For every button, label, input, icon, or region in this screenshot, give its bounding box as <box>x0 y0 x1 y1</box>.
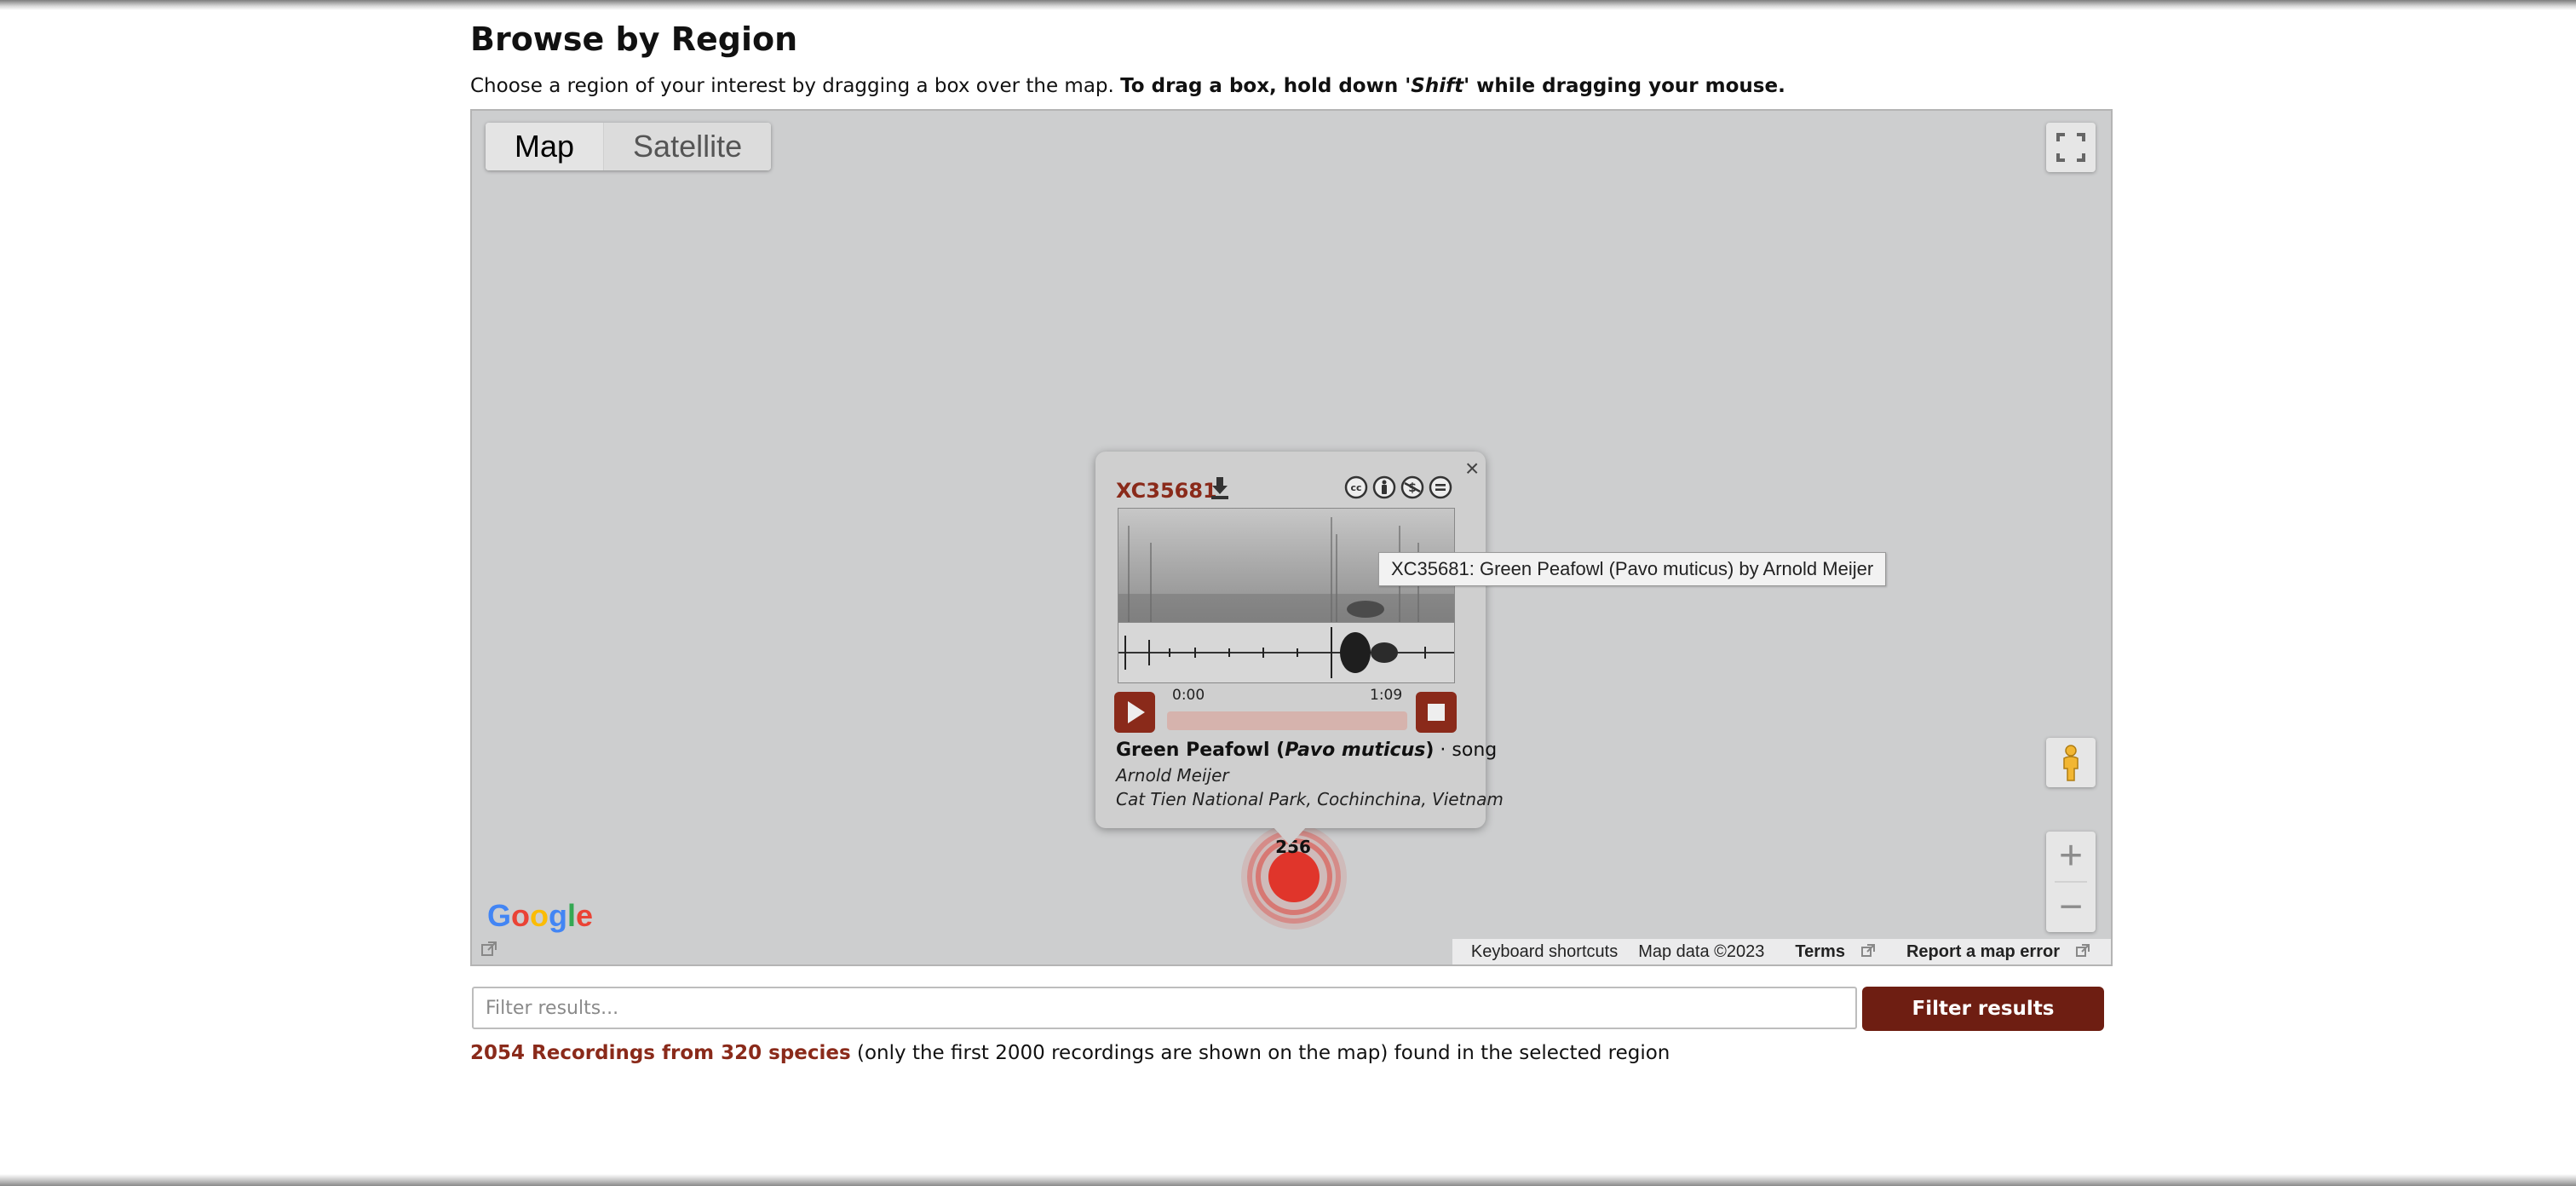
external-link-icon <box>2076 943 2090 957</box>
zoom-in-button[interactable]: + <box>2046 832 2096 881</box>
noncommercial-icon: $ <box>1400 475 1424 499</box>
attribution-icon <box>1372 475 1396 499</box>
popup-tail <box>1273 826 1307 845</box>
play-button[interactable] <box>1114 692 1155 733</box>
playback-progress-bar[interactable] <box>1167 711 1407 730</box>
bottom-shadow <box>0 1174 2576 1186</box>
time-total: 1:09 <box>1370 687 1403 704</box>
map-canvas[interactable]: Map Satellite + − Google 256 × XC35681 c… <box>470 109 2113 966</box>
report-map-error-link[interactable]: Report a map error <box>1896 942 2090 962</box>
svg-text:cc: cc <box>1350 482 1361 493</box>
recording-tooltip: XC35681: Green Peafowl (Pavo muticus) by… <box>1378 552 1887 586</box>
map-data-attribution: Map data ©2023 <box>1638 941 1765 961</box>
street-view-pegman[interactable] <box>2046 738 2096 787</box>
play-icon <box>1128 701 1145 723</box>
pegman-icon <box>2063 745 2079 781</box>
results-note: (only the first 2000 recordings are show… <box>857 1042 1670 1064</box>
recordist-name: Arnold Meijer <box>1116 765 1229 786</box>
map-type-satellite-button[interactable]: Satellite <box>603 123 772 170</box>
instructions: Choose a region of your interest by drag… <box>470 72 1785 101</box>
sound-type: song <box>1452 740 1498 761</box>
results-count-link[interactable]: 2054 Recordings from 320 species <box>470 1042 851 1064</box>
species-common-name[interactable]: Green Peafowl <box>1116 740 1270 761</box>
map-footer: Keyboard shortcuts Map data ©2023 Terms … <box>1452 939 2111 964</box>
map-type-control: Map Satellite <box>486 123 772 170</box>
google-logo: Google <box>487 898 594 933</box>
zoom-out-button[interactable]: − <box>2046 883 2096 932</box>
close-icon[interactable]: × <box>1465 457 1479 481</box>
keyboard-shortcuts-link[interactable]: Keyboard shortcuts <box>1471 942 1618 962</box>
no-derivatives-icon <box>1429 475 1452 499</box>
stop-icon <box>1428 704 1445 721</box>
cc-icon: cc <box>1344 475 1368 499</box>
fullscreen-button[interactable] <box>2046 123 2096 172</box>
license-icons[interactable]: cc $ <box>1344 475 1452 499</box>
terms-link[interactable]: Terms <box>1785 942 1876 962</box>
fullscreen-icon <box>2056 133 2085 162</box>
external-link-icon[interactable] <box>480 941 497 958</box>
waveform-image[interactable] <box>1118 622 1455 683</box>
download-icon[interactable] <box>1210 475 1230 501</box>
recording-id-link[interactable]: XC35681 <box>1116 479 1217 503</box>
zoom-control: + − <box>2046 832 2096 932</box>
time-elapsed: 0:00 <box>1172 687 1205 704</box>
recording-info-window: × XC35681 cc $ <box>1095 452 1504 828</box>
results-summary: 2054 Recordings from 320 species (only t… <box>470 1038 1670 1068</box>
filter-input[interactable] <box>472 987 1857 1029</box>
instructions-text: Choose a region of your interest by drag… <box>470 75 1114 97</box>
top-shadow <box>0 0 2576 10</box>
species-scientific-name: Pavo muticus <box>1285 740 1426 761</box>
instructions-shift-hint: To drag a box, hold down 'Shift' while d… <box>1120 75 1785 97</box>
map-type-map-button[interactable]: Map <box>486 123 604 170</box>
external-link-icon <box>1860 943 1875 957</box>
stop-button[interactable] <box>1416 692 1457 733</box>
page-title: Browse by Region <box>470 20 798 58</box>
recording-location: Cat Tien National Park, Cochinchina, Vie… <box>1116 789 1504 809</box>
filter-results-button[interactable]: Filter results <box>1862 987 2104 1031</box>
species-line: Green Peafowl (Pavo muticus) · song <box>1116 740 1498 761</box>
